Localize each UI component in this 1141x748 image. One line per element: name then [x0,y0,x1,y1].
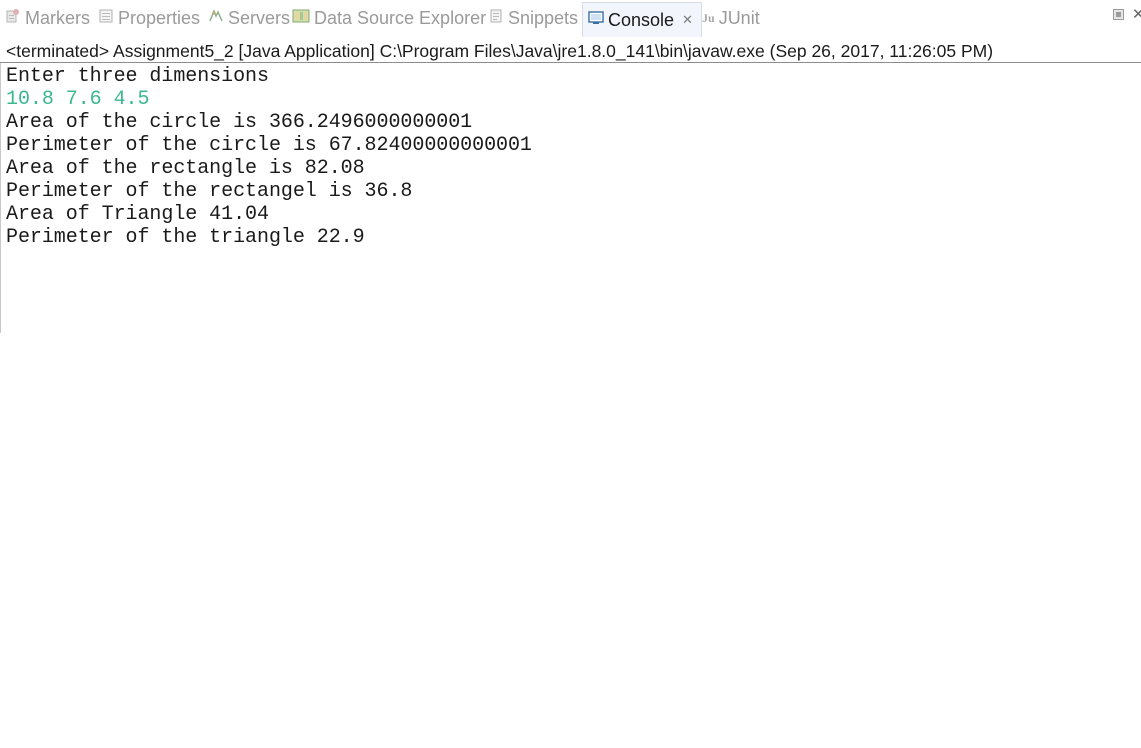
close-icon[interactable]: ✕ [682,12,693,28]
tab-label: Data Source Explorer [314,7,487,28]
console-line: Area of the rectangle is 82.08 [6,157,365,180]
console-output-area[interactable]: Enter three dimensions 10.8 7.6 4.5 Area… [0,63,1141,333]
tab-label: JUnit [718,7,760,28]
tab-label: Snippets [508,7,579,28]
console-line: Area of the circle is 366.2496000000001 [6,111,473,134]
tab-label: Properties [118,7,201,28]
tab-snippets[interactable]: Snippets [488,0,578,36]
console-line: Area of Triangle 41.04 [6,203,269,226]
markers-icon [5,8,21,29]
tab-label: Console [608,9,675,30]
servers-icon [208,8,224,29]
console-line: Perimeter of the circle is 67.8240000000… [6,134,532,157]
junit-icon: Ju [702,10,715,25]
console-line: Perimeter of the rectangel is 36.8 [6,180,413,203]
close-view-icon[interactable]: ✕ [1132,5,1141,23]
minimize-view-button[interactable] [1113,9,1124,20]
console-input-line: 10.8 7.6 4.5 [6,88,150,111]
console-icon [588,10,604,31]
tab-properties[interactable]: Properties [98,0,200,36]
data-source-explorer-icon [292,8,310,29]
eclipse-console-view: Markers Properties Servers Data Source E… [0,0,1141,748]
tab-junit[interactable]: Ju JUnit [702,0,760,36]
snippets-icon [488,8,504,29]
console-line: Enter three dimensions [6,65,269,88]
tab-servers[interactable]: Servers [208,0,290,36]
tab-label: Markers [25,7,91,28]
console-line: Perimeter of the triangle 22.9 [6,226,365,249]
tab-data-source-explorer[interactable]: Data Source Explorer [292,0,486,36]
process-status-label: <terminated> Assignment5_2 [Java Applica… [6,41,994,61]
tab-label: Servers [228,7,291,28]
console-border [0,63,1,333]
properties-icon [98,8,114,29]
view-tab-bar: Markers Properties Servers Data Source E… [0,0,1141,38]
tab-console[interactable]: Console ✕ [582,2,702,37]
tab-markers[interactable]: Markers [5,0,90,36]
